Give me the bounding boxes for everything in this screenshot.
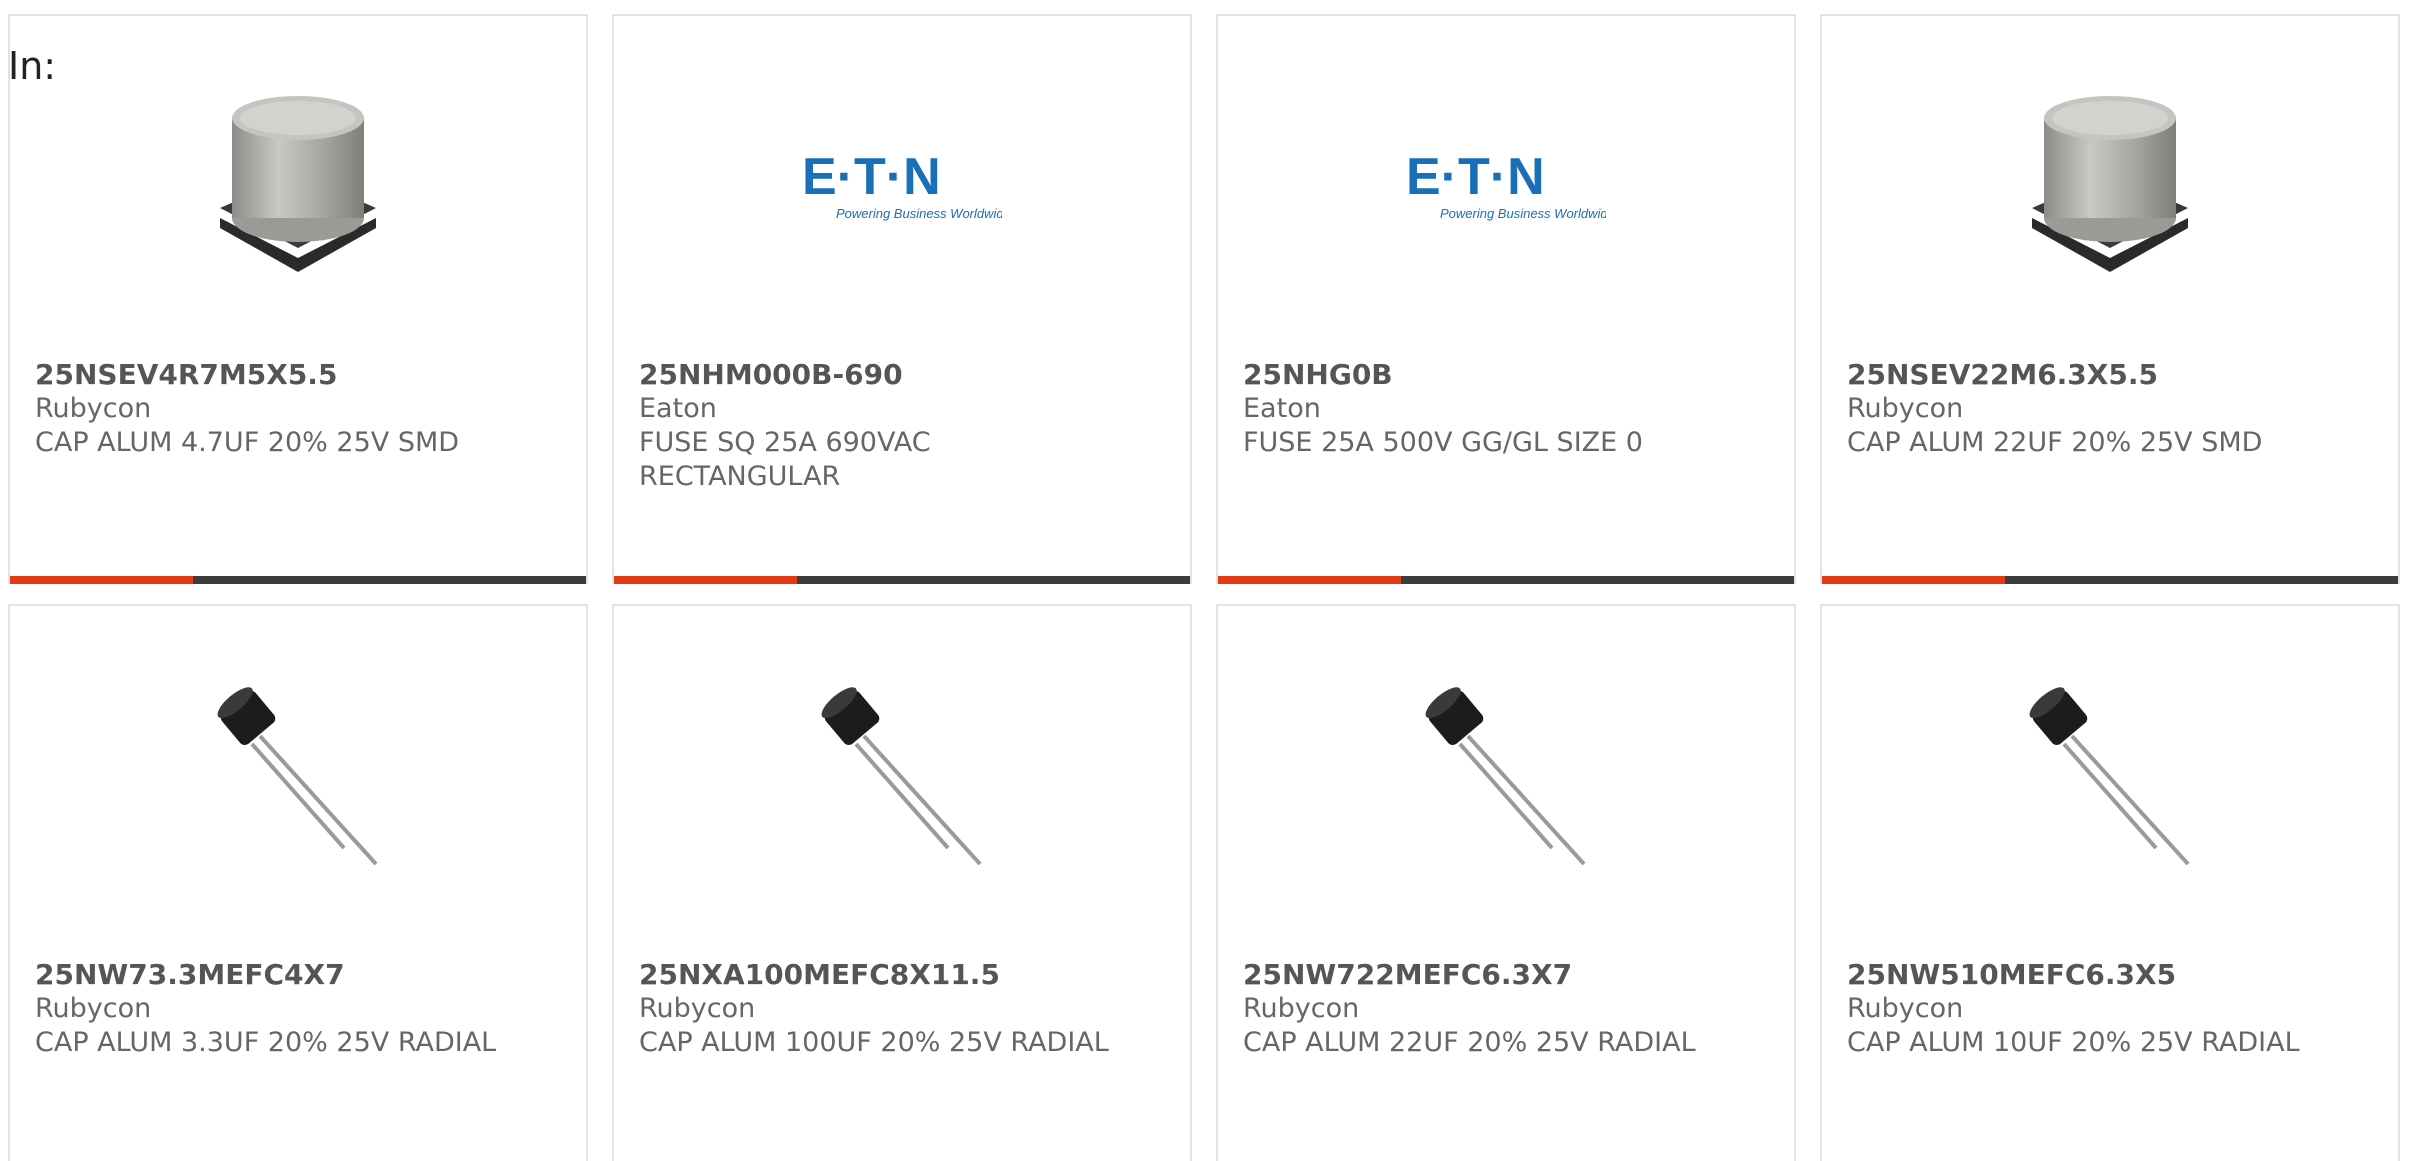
part-number[interactable]: 25NXA100MEFC8X11.5 [639,958,1139,992]
progress-bar [1218,576,1794,584]
eaton-logo: E·T·N Powering Business Worldwide [802,88,1002,288]
progress-bar-fill [614,576,797,584]
smd-capacitor-icon [2010,88,2210,288]
progress-bar [614,576,1190,584]
product-card[interactable]: 25NXA100MEFC8X11.5 Rubycon CAP ALUM 100U… [612,604,1192,1161]
manufacturer: Rubycon [35,993,152,1024]
product-info: 25NW722MEFC6.3X7 Rubycon CAP ALUM 22UF 2… [1243,958,1743,1060]
description: CAP ALUM 22UF 20% 25V SMD [1847,427,2263,458]
part-number[interactable]: 25NW510MEFC6.3X5 [1847,958,2347,992]
manufacturer: Rubycon [1847,993,1964,1024]
radial-capacitor-icon [198,678,398,878]
product-card[interactable]: 25NSEV22M6.3X5.5 Rubycon CAP ALUM 22UF 2… [1820,14,2400,584]
manufacturer: Rubycon [35,393,152,424]
product-card[interactable]: E·T·N Powering Business Worldwide 25NHG0… [1216,14,1796,584]
product-info: 25NSEV22M6.3X5.5 Rubycon CAP ALUM 22UF 2… [1847,358,2347,460]
in-label: In: [8,44,57,88]
smd-capacitor-icon [198,88,398,288]
description: CAP ALUM 3.3UF 20% 25V RADIAL [35,1027,497,1058]
eaton-logo: E·T·N Powering Business Worldwide [1406,88,1606,288]
part-number[interactable]: 25NW722MEFC6.3X7 [1243,958,1743,992]
part-number[interactable]: 25NHG0B [1243,358,1743,392]
progress-bar [1822,576,2398,584]
product-card[interactable]: 25NW722MEFC6.3X7 Rubycon CAP ALUM 22UF 2… [1216,604,1796,1161]
manufacturer: Rubycon [1847,393,1964,424]
product-info: 25NW510MEFC6.3X5 Rubycon CAP ALUM 10UF 2… [1847,958,2347,1060]
product-results-page: In: 25NSEV4R7M5X5.5 Rubycon CAP ALUM 4.7… [0,0,2410,1161]
product-info: 25NHG0B Eaton FUSE 25A 500V GG/GL SIZE 0 [1243,358,1743,460]
product-info: 25NSEV4R7M5X5.5 Rubycon CAP ALUM 4.7UF 2… [35,358,535,460]
description: CAP ALUM 10UF 20% 25V RADIAL [1847,1027,2300,1058]
manufacturer: Eaton [639,393,717,424]
logo-text: E·T·N [1406,148,1545,206]
part-number[interactable]: 25NW73.3MEFC4X7 [35,958,535,992]
logo-text: E·T·N [802,148,941,206]
product-info: 25NHM000B-690 Eaton FUSE SQ 25A 690VAC R… [639,358,1139,494]
product-card[interactable]: E·T·N Powering Business Worldwide 25NHM0… [612,14,1192,584]
part-number[interactable]: 25NSEV22M6.3X5.5 [1847,358,2347,392]
description: CAP ALUM 100UF 20% 25V RADIAL [639,1027,1109,1058]
manufacturer: Rubycon [639,993,756,1024]
progress-bar-fill [1218,576,1401,584]
logo-tagline: Powering Business Worldwide [1440,206,1606,221]
manufacturer: Eaton [1243,393,1321,424]
radial-capacitor-icon [2010,678,2210,878]
product-info: 25NW73.3MEFC4X7 Rubycon CAP ALUM 3.3UF 2… [35,958,535,1060]
progress-bar-fill [1822,576,2005,584]
progress-bar-fill [10,576,193,584]
product-info: 25NXA100MEFC8X11.5 Rubycon CAP ALUM 100U… [639,958,1139,1060]
description: CAP ALUM 4.7UF 20% 25V SMD [35,427,460,458]
radial-capacitor-icon [802,678,1002,878]
part-number[interactable]: 25NHM000B-690 [639,358,1139,392]
description: FUSE 25A 500V GG/GL SIZE 0 [1243,427,1643,458]
description: FUSE SQ 25A 690VAC RECTANGULAR [639,427,931,492]
manufacturer: Rubycon [1243,993,1360,1024]
product-card[interactable]: 25NW510MEFC6.3X5 Rubycon CAP ALUM 10UF 2… [1820,604,2400,1161]
product-card[interactable]: 25NW73.3MEFC4X7 Rubycon CAP ALUM 3.3UF 2… [8,604,588,1161]
part-number[interactable]: 25NSEV4R7M5X5.5 [35,358,535,392]
product-grid: 25NSEV4R7M5X5.5 Rubycon CAP ALUM 4.7UF 2… [8,14,2400,1161]
product-card[interactable]: 25NSEV4R7M5X5.5 Rubycon CAP ALUM 4.7UF 2… [8,14,588,584]
radial-capacitor-icon [1406,678,1606,878]
description: CAP ALUM 22UF 20% 25V RADIAL [1243,1027,1696,1058]
logo-tagline: Powering Business Worldwide [836,206,1002,221]
progress-bar [10,576,586,584]
